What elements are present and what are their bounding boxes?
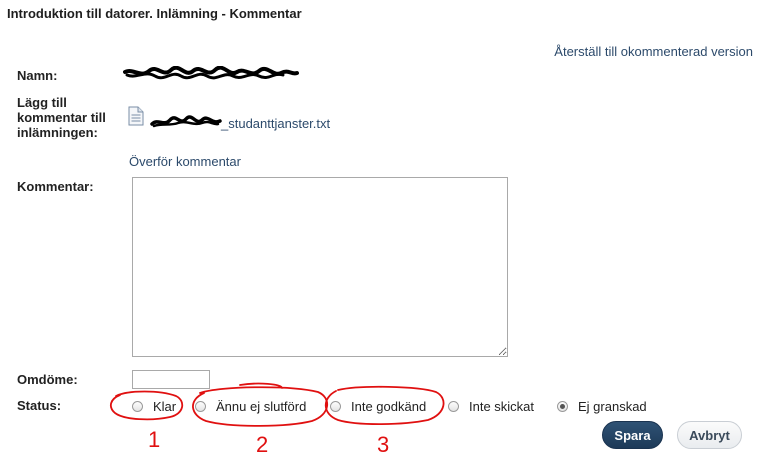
redacted-name-scribble [123, 66, 299, 80]
radio-button[interactable] [448, 400, 459, 412]
status-label: Status: [17, 398, 62, 413]
comment-textarea[interactable] [132, 177, 508, 357]
add-comment-label: Lägg till kommentar till inlämningen: [17, 95, 106, 140]
annotation-number-1: 1 [148, 427, 160, 452]
radio-button[interactable] [195, 400, 206, 412]
status-option-not-approved[interactable]: Inte godkänd [330, 398, 426, 414]
status-option-label: Inte godkänd [351, 398, 427, 414]
annotation-number-2: 2 [256, 432, 268, 457]
submission-file-link[interactable]: _studanttjanster.txt [221, 116, 330, 131]
grade-label: Omdöme: [17, 372, 78, 387]
radio-button[interactable] [132, 400, 143, 412]
radio-button-selected[interactable] [557, 400, 568, 412]
comment-label: Kommentar: [17, 179, 94, 194]
name-label: Namn: [17, 68, 58, 83]
cancel-button[interactable]: Avbryt [677, 421, 742, 449]
annotation-number-3: 3 [377, 432, 389, 457]
status-option-not-finished[interactable]: Ännu ej slutförd [195, 398, 306, 414]
add-comment-label-line-2: kommentar till [17, 110, 106, 125]
status-option-label: Klar [153, 398, 177, 414]
add-comment-label-line-3: inlämningen: [17, 125, 98, 140]
status-option-label: Ännu ej slutförd [216, 398, 307, 414]
reset-to-uncommented-link[interactable]: Återställ till okommenterad version [554, 44, 753, 59]
status-option-not-reviewed[interactable]: Ej granskad [557, 398, 647, 414]
radio-button[interactable] [330, 400, 341, 412]
document-icon [128, 106, 144, 126]
status-option-label: Ej granskad [578, 398, 647, 414]
grade-input[interactable] [132, 370, 210, 389]
add-comment-label-line-1: Lägg till [17, 95, 67, 110]
redacted-file-prefix-scribble [150, 115, 222, 128]
status-option-klar[interactable]: Klar [132, 398, 176, 414]
page-title: Introduktion till datorer. Inlämning - K… [7, 6, 302, 21]
save-button[interactable]: Spara [602, 421, 663, 449]
transfer-comment-link[interactable]: Överför kommentar [129, 154, 241, 169]
status-option-not-sent[interactable]: Inte skickat [448, 398, 534, 414]
status-option-label: Inte skickat [469, 398, 535, 414]
